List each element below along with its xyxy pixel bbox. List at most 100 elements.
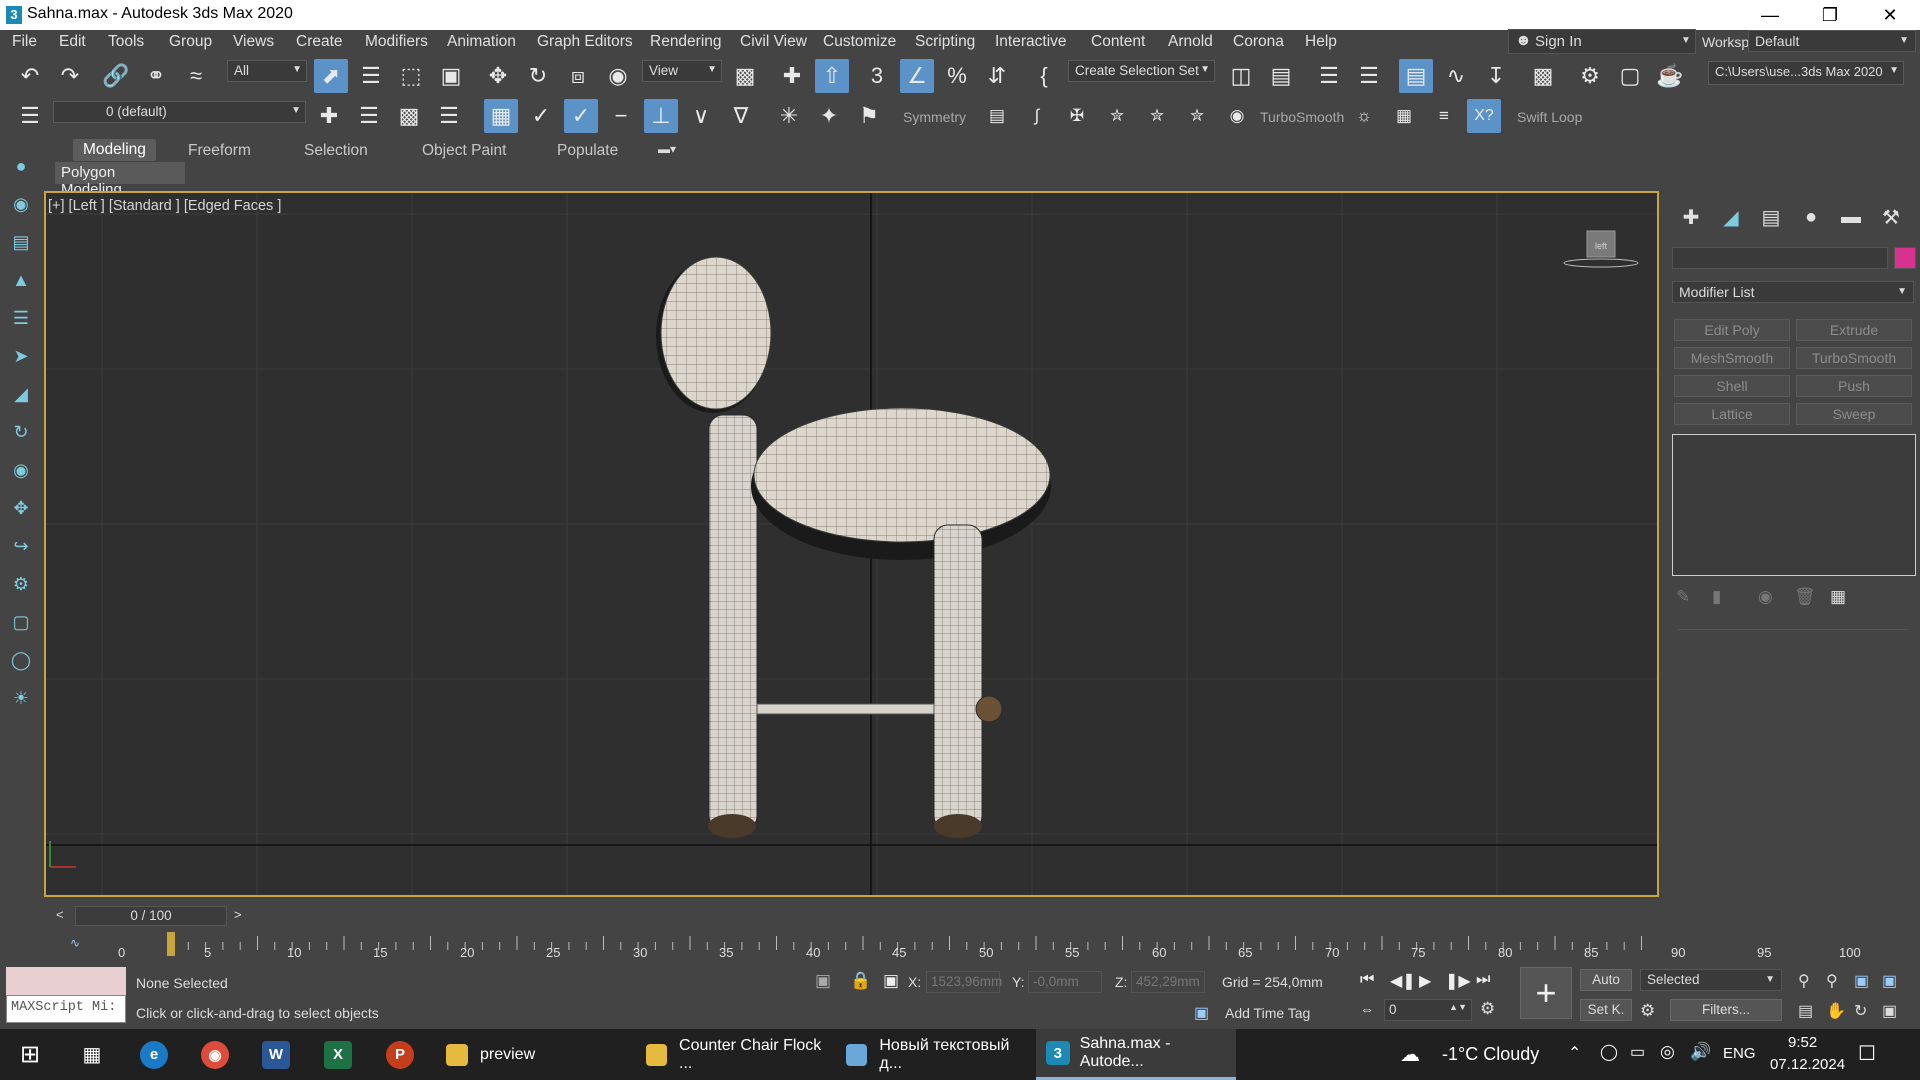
menu-edit[interactable]: Edit xyxy=(59,33,86,51)
tab-populate[interactable]: Populate xyxy=(557,142,618,160)
shell-button[interactable]: Shell xyxy=(1674,375,1790,397)
turbosmooth-icon[interactable]: ◉ xyxy=(1220,99,1254,133)
tab-selection[interactable]: Selection xyxy=(304,142,368,160)
time-tag-icon[interactable]: ▣ xyxy=(1194,1003,1209,1023)
percent-snap-button[interactable]: % xyxy=(940,59,974,93)
menu-modifiers[interactable]: Modifiers xyxy=(365,33,428,51)
motion-tab-icon[interactable]: ● xyxy=(1796,203,1826,231)
bevel-tool-button[interactable]: ✦ xyxy=(812,99,846,133)
arrow-icon[interactable]: ➤ xyxy=(8,343,34,369)
edge-icon[interactable]: e xyxy=(134,1029,174,1080)
meshsmooth-modifier-button[interactable]: MeshSmooth xyxy=(1674,347,1790,369)
add-to-layer-button[interactable]: ▩ xyxy=(392,99,426,133)
select-by-name-button[interactable]: ☰ xyxy=(354,59,388,93)
viewport-left[interactable]: left xyxy=(44,191,1659,897)
menu-graph-editors[interactable]: Graph Editors xyxy=(537,33,633,51)
optimize-button[interactable]: ✮ xyxy=(1100,99,1134,133)
time-slider[interactable]: 0 / 100 xyxy=(75,906,227,926)
field-of-view-icon[interactable]: ▤ xyxy=(1798,1001,1813,1021)
reference-coordinate-select[interactable]: View ▼ xyxy=(642,60,722,82)
angle-snap-button[interactable]: ∠ xyxy=(900,59,934,93)
rendered-frame-window-button[interactable]: ▢ xyxy=(1613,59,1647,93)
menu-group[interactable]: Group xyxy=(169,33,212,51)
render-setup-button[interactable]: ⚙ xyxy=(1573,59,1607,93)
menu-rendering[interactable]: Rendering xyxy=(650,33,722,51)
ribbon-options-icon[interactable]: ▬▾ xyxy=(658,142,676,156)
menu-corona[interactable]: Corona xyxy=(1233,33,1284,51)
close-button[interactable]: ✕ xyxy=(1860,0,1920,30)
menu-content[interactable]: Content xyxy=(1091,33,1145,51)
key-mode-icon[interactable]: ⚙ xyxy=(1640,1001,1655,1021)
schematic-view-button[interactable]: ↧ xyxy=(1479,59,1513,93)
pivot-snap-button[interactable]: ✓ xyxy=(524,99,558,133)
utilities-tab-icon[interactable]: ⚒ xyxy=(1876,203,1906,231)
swift-loop-label[interactable]: Swift Loop xyxy=(1517,109,1582,125)
render-production-button[interactable]: ☕ xyxy=(1653,59,1687,93)
vertex-snap-button[interactable]: ✓ xyxy=(564,99,598,133)
taskbar-app-counter-chair[interactable]: Counter Chair Flock ... xyxy=(636,1029,832,1080)
object-color-swatch[interactable] xyxy=(1894,247,1916,269)
helper-icon[interactable]: ▲ xyxy=(8,267,34,293)
stack-button[interactable]: ≡ xyxy=(1427,99,1461,133)
rectangular-selection-button[interactable]: ⬚ xyxy=(394,59,428,93)
orbit-view-icon[interactable]: ↻ xyxy=(1854,1001,1867,1021)
shell-tool-button[interactable]: ▤ xyxy=(980,99,1014,133)
zoom-all-icon[interactable]: ⚲ xyxy=(1826,971,1838,991)
configure-modifier-sets-icon[interactable]: ▦ xyxy=(1830,587,1846,607)
add-time-tag-label[interactable]: Add Time Tag xyxy=(1225,1005,1310,1021)
object-name-field[interactable] xyxy=(1672,247,1888,269)
export-icon[interactable]: ↪ xyxy=(8,533,34,559)
face-snap-button[interactable]: ⊥ xyxy=(644,99,678,133)
grid-snap-button[interactable]: ▦ xyxy=(484,99,518,133)
z-coordinate-field[interactable]: 452,29mm xyxy=(1131,971,1205,993)
restore-button[interactable]: ❐ xyxy=(1800,0,1860,30)
menu-interactive[interactable]: Interactive xyxy=(995,33,1067,51)
excel-icon[interactable]: X xyxy=(318,1029,358,1080)
lock-selection-icon[interactable]: 🔒 xyxy=(850,971,871,991)
create-tab-icon[interactable]: ✚ xyxy=(1676,203,1706,231)
make-unique-icon[interactable]: ◉ xyxy=(1758,587,1773,607)
bulb-icon[interactable]: ☀ xyxy=(8,685,34,711)
curve-editor-button[interactable]: ∿ xyxy=(1439,59,1473,93)
layer-stack-button[interactable]: ☰ xyxy=(352,99,386,133)
selection-filter-select[interactable]: All ▼ xyxy=(227,60,307,82)
minimize-button[interactable]: — xyxy=(1740,0,1800,30)
unlink-button[interactable]: ⚭ xyxy=(139,59,173,93)
extrude-button[interactable]: Extrude xyxy=(1796,319,1912,341)
battery-icon[interactable]: ▭ xyxy=(1630,1042,1645,1062)
layer-explorer-button[interactable]: ☰ xyxy=(1352,59,1386,93)
layer-select[interactable]: 0 (default) ▼ xyxy=(53,101,306,123)
time-configuration-icon[interactable]: ⚙ xyxy=(1480,999,1495,1019)
select-and-rotate-button[interactable]: ↻ xyxy=(521,59,555,93)
absolute-mode-icon[interactable]: ▣ xyxy=(883,971,899,991)
menu-scripting[interactable]: Scripting xyxy=(915,33,975,51)
maximize-viewport-icon[interactable]: ▣ xyxy=(1882,1001,1897,1021)
weather-text[interactable]: -1°C Cloudy xyxy=(1442,1044,1539,1065)
curve-editor-mini-icon[interactable]: ∿ xyxy=(70,936,80,950)
powerpoint-icon[interactable]: P xyxy=(380,1029,420,1080)
set-key-big-button[interactable]: + xyxy=(1520,967,1572,1019)
quickslice-button[interactable]: ∇ xyxy=(724,99,758,133)
windows-start-icon[interactable]: ⊞ xyxy=(10,1029,50,1080)
list-icon[interactable]: ☰ xyxy=(8,305,34,331)
remove-modifier-icon[interactable]: 🗑 xyxy=(1794,587,1816,607)
menu-file[interactable]: File xyxy=(12,33,37,51)
taskbar-app-3dsmax[interactable]: 3 Sahna.max - Autode... xyxy=(1036,1029,1236,1080)
polygon-modeling-panel[interactable]: Polygon Modeling xyxy=(55,162,185,198)
modifier-icon[interactable]: ◢ xyxy=(8,381,34,407)
extrude-tool-button[interactable]: ✳ xyxy=(772,99,806,133)
select-and-link-button[interactable]: 🔗 xyxy=(99,59,133,93)
taskbar-app-preview[interactable]: preview xyxy=(436,1029,632,1080)
zoom-icon[interactable]: ⚲ xyxy=(1798,971,1810,991)
sign-in-dropdown[interactable]: ☻ Sign In ▼ xyxy=(1508,29,1696,54)
keyboard-shortcut-override-button[interactable]: ⇧ xyxy=(815,59,849,93)
time-slider-prev-button[interactable]: < xyxy=(56,907,64,922)
hierarchy-tab-icon[interactable]: ▤ xyxy=(1756,203,1786,231)
redo-button[interactable]: ↷ xyxy=(53,59,87,93)
push-button[interactable]: Push xyxy=(1796,375,1912,397)
modifier-list-select[interactable]: Modifier List ▼ xyxy=(1672,281,1914,303)
workspace-select[interactable]: Default ▼ xyxy=(1748,30,1916,52)
language-indicator[interactable]: ENG xyxy=(1723,1045,1756,1062)
maxscript-input[interactable]: MAXScript Mi: xyxy=(6,995,126,1023)
viewport-label[interactable]: [+] [Left ] [Standard ] [Edged Faces ] xyxy=(48,198,281,214)
